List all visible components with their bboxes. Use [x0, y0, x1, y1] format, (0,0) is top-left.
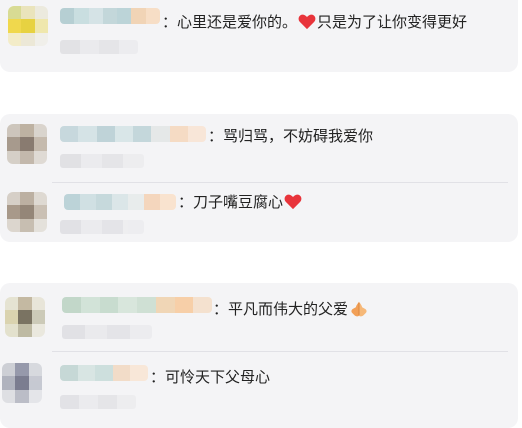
- avatar[interactable]: [7, 124, 47, 164]
- avatar[interactable]: [7, 192, 47, 232]
- comment-text: ：刀子嘴豆腐心: [178, 192, 303, 212]
- comment-row: ：心里还是爱你的。 只是为了让你变得更好: [0, 0, 518, 72]
- comment-row: ：平凡而伟大的父爱: [0, 283, 518, 349]
- comment-meta: [60, 40, 138, 54]
- folded-hands-icon: [351, 301, 367, 317]
- comment-row: ：可怜天下父母心: [0, 351, 518, 421]
- avatar[interactable]: [2, 363, 42, 403]
- comment-meta: [62, 325, 152, 339]
- comment-row: ：骂归骂，不妨碍我爱你: [0, 114, 518, 176]
- comment-meta: [60, 220, 144, 234]
- avatar[interactable]: [5, 297, 45, 337]
- comment-text: ：骂归骂，不妨碍我爱你: [208, 127, 374, 145]
- comment-card: ：骂归骂，不妨碍我爱你 ：刀子嘴豆腐心: [0, 114, 518, 242]
- username[interactable]: [60, 126, 206, 142]
- comment-meta: [60, 154, 144, 168]
- username[interactable]: [62, 297, 212, 313]
- username[interactable]: [64, 194, 176, 210]
- username[interactable]: [60, 8, 160, 24]
- heart-icon: [298, 14, 316, 30]
- comment-text: ：可怜天下父母心: [150, 368, 271, 386]
- heart-icon: [284, 194, 302, 210]
- comment-text: ：心里还是爱你的。 只是为了让你变得更好: [162, 13, 468, 31]
- comment-card: ：平凡而伟大的父爱 ：可怜天下父母心: [0, 283, 518, 428]
- comment-card: ：心里还是爱你的。 只是为了让你变得更好: [0, 0, 518, 72]
- avatar[interactable]: [8, 6, 48, 46]
- comment-row: ：刀子嘴豆腐心: [0, 182, 518, 242]
- username[interactable]: [60, 365, 148, 381]
- comment-meta: [60, 395, 136, 409]
- comment-text: ：平凡而伟大的父爱: [213, 299, 369, 319]
